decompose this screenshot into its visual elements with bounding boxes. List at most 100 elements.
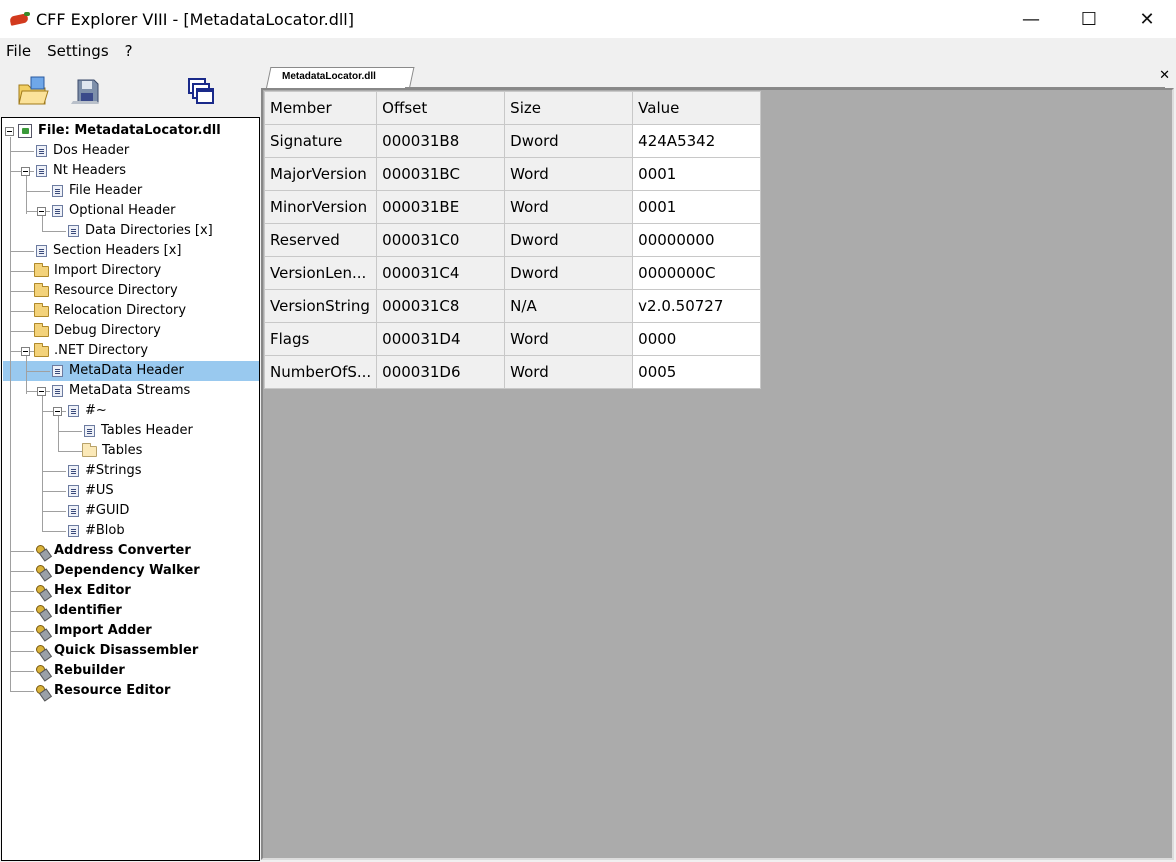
cell-value[interactable]: 0001 [632,157,762,191]
file-tree[interactable]: File: MetadataLocator.dll Dos Header Nt … [1,117,260,861]
cell-value[interactable]: 0001 [632,190,762,224]
cell-size[interactable]: Word [504,157,634,191]
tree-item-debug-directory[interactable]: Debug Directory [34,321,163,341]
cell-member[interactable]: Reserved [263,223,378,257]
tree-item-identifier[interactable]: Identifier [34,601,124,621]
tree-item-quick-disassembler[interactable]: Quick Disassembler [34,641,200,661]
tree-expander-net-directory[interactable] [21,347,30,356]
open-folder-icon [82,442,97,457]
cell-member[interactable]: NumberOfS... [263,355,378,389]
grid-row[interactable]: MajorVersion 000031BC Word 0001 [263,157,762,191]
cell-offset[interactable]: 000031B8 [376,124,506,158]
tree-expander-nt-headers[interactable] [21,167,30,176]
cell-size[interactable]: N/A [504,289,634,323]
metadata-header-grid[interactable]: Member Offset Size Value Signature 00003… [263,91,762,389]
cell-member[interactable]: MajorVersion [263,157,378,191]
grid-row[interactable]: NumberOfS... 000031D6 Word 0005 [263,355,762,389]
open-file-button[interactable] [16,74,50,108]
tree-expander-root[interactable] [5,127,14,136]
cell-offset[interactable]: 000031D4 [376,322,506,356]
tree-item-tables-header[interactable]: Tables Header [82,421,195,441]
cell-size[interactable]: Dword [504,223,634,257]
grid-row[interactable]: MinorVersion 000031BE Word 0001 [263,190,762,224]
tree-item-blob-stream[interactable]: #Blob [66,521,127,541]
windows-button[interactable] [184,74,218,108]
tree-item-tilde-stream[interactable]: #~ [66,401,109,421]
tree-item-resource-editor[interactable]: Resource Editor [34,681,172,701]
cell-member[interactable]: VersionLen... [263,256,378,290]
tree-item-guid-stream[interactable]: #GUID [66,501,131,521]
tool-icon [34,544,49,559]
cell-size[interactable]: Word [504,190,634,224]
grid-row[interactable]: Reserved 000031C0 Dword 00000000 [263,223,762,257]
tree-expander-metadata-streams[interactable] [37,387,46,396]
cell-size[interactable]: Word [504,355,634,389]
menu-settings[interactable]: Settings [47,42,109,60]
document-icon [68,465,79,477]
tree-item-resource-directory[interactable]: Resource Directory [34,281,180,301]
grid-row[interactable]: VersionString 000031C8 N/A v2.0.50727 [263,289,762,323]
tree-item-data-directories[interactable]: Data Directories [x] [66,221,215,241]
tree-item-import-directory[interactable]: Import Directory [34,261,163,281]
cell-value[interactable]: 0000000C [632,256,762,290]
tree-item-dependency-walker[interactable]: Dependency Walker [34,561,202,581]
tree-expander-tilde-stream[interactable] [53,407,62,416]
cell-value[interactable]: v2.0.50727 [632,289,762,323]
window-title: CFF Explorer VIII - [MetadataLocator.dll… [36,9,354,29]
close-button[interactable]: ✕ [1118,0,1176,38]
cell-offset[interactable]: 000031BE [376,190,506,224]
cell-value[interactable]: 00000000 [632,223,762,257]
tool-icon [34,664,49,679]
tree-item-root[interactable]: File: MetadataLocator.dll [18,121,223,141]
menu-file[interactable]: File [6,42,31,60]
grid-row[interactable]: VersionLen... 000031C4 Dword 0000000C [263,256,762,290]
column-header-value[interactable]: Value [632,91,762,125]
document-icon [52,205,63,217]
cell-size[interactable]: Word [504,322,634,356]
tree-item-dos-header[interactable]: Dos Header [34,141,131,161]
cell-member[interactable]: Flags [263,322,378,356]
column-header-member[interactable]: Member [263,91,378,125]
tree-item-relocation-directory[interactable]: Relocation Directory [34,301,188,321]
tree-expander-optional-header[interactable] [37,207,46,216]
cell-value[interactable]: 0005 [632,355,762,389]
cell-offset[interactable]: 000031C8 [376,289,506,323]
cell-value[interactable]: 424A5342 [632,124,762,158]
maximize-button[interactable]: ☐ [1060,0,1118,38]
cell-offset[interactable]: 000031C4 [376,256,506,290]
tree-item-strings-stream[interactable]: #Strings [66,461,143,481]
tree-item-rebuilder[interactable]: Rebuilder [34,661,127,681]
cell-size[interactable]: Dword [504,124,634,158]
cell-member[interactable]: VersionString [263,289,378,323]
menu-help[interactable]: ? [125,42,133,60]
cell-offset[interactable]: 000031D6 [376,355,506,389]
cell-value[interactable]: 0000 [632,322,762,356]
grid-row[interactable]: Flags 000031D4 Word 0000 [263,322,762,356]
cell-member[interactable]: Signature [263,124,378,158]
tree-item-net-directory[interactable]: .NET Directory [34,341,150,361]
cell-offset[interactable]: 000031C0 [376,223,506,257]
tree-item-hex-editor[interactable]: Hex Editor [34,581,133,601]
grid-row[interactable]: Signature 000031B8 Dword 424A5342 [263,124,762,158]
cell-size[interactable]: Dword [504,256,634,290]
column-header-offset[interactable]: Offset [376,91,506,125]
tree-item-us-stream[interactable]: #US [66,481,116,501]
save-file-button[interactable] [70,74,104,108]
tree-item-nt-headers[interactable]: Nt Headers [34,161,128,181]
tree-item-optional-header[interactable]: Optional Header [50,201,177,221]
title-bar: CFF Explorer VIII - [MetadataLocator.dll… [0,0,1176,38]
document-icon [68,225,79,237]
tree-item-tables[interactable]: Tables [82,441,144,461]
close-tab-icon[interactable]: ✕ [1159,68,1170,83]
cell-member[interactable]: MinorVersion [263,190,378,224]
tree-item-import-adder[interactable]: Import Adder [34,621,154,641]
tree-item-metadata-header[interactable]: MetaData Header [50,361,186,381]
column-header-size[interactable]: Size [504,91,634,125]
tree-item-section-headers[interactable]: Section Headers [x] [34,241,184,261]
folder-icon [34,302,49,317]
cell-offset[interactable]: 000031BC [376,157,506,191]
tree-item-file-header[interactable]: File Header [50,181,144,201]
minimize-button[interactable]: — [1002,0,1060,38]
tree-item-metadata-streams[interactable]: MetaData Streams [50,381,192,401]
tree-item-address-converter[interactable]: Address Converter [34,541,193,561]
